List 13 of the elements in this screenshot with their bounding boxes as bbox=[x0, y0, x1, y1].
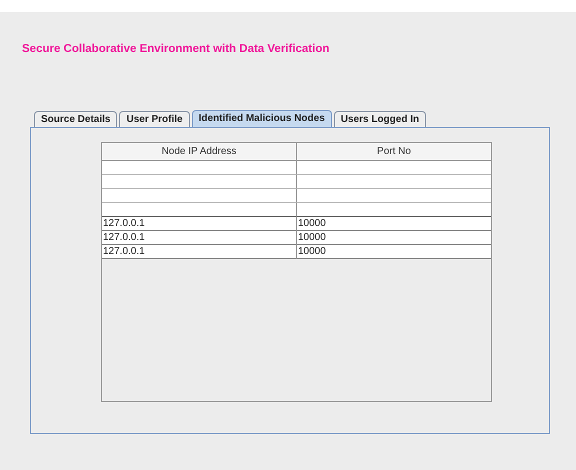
tab[interactable]: User Profile bbox=[119, 111, 190, 127]
column-header[interactable]: Node IP Address bbox=[102, 143, 297, 161]
tab[interactable]: Users Logged In bbox=[334, 111, 426, 127]
tab[interactable]: Identified Malicious Nodes bbox=[192, 110, 332, 127]
app-heading: Secure Collaborative Environment with Data Verification bbox=[22, 42, 330, 57]
table-cell: 10000 bbox=[297, 217, 491, 231]
table-cell: 10000 bbox=[297, 231, 491, 245]
table-cell: 127.0.0.1 bbox=[102, 217, 297, 231]
tab[interactable]: Source Details bbox=[34, 111, 118, 127]
table-cell: 10000 bbox=[297, 245, 491, 259]
table-cell: 127.0.0.1 bbox=[102, 245, 297, 259]
table-cell: 127.0.0.1 bbox=[102, 231, 297, 245]
column-header[interactable]: Port No bbox=[297, 143, 491, 161]
